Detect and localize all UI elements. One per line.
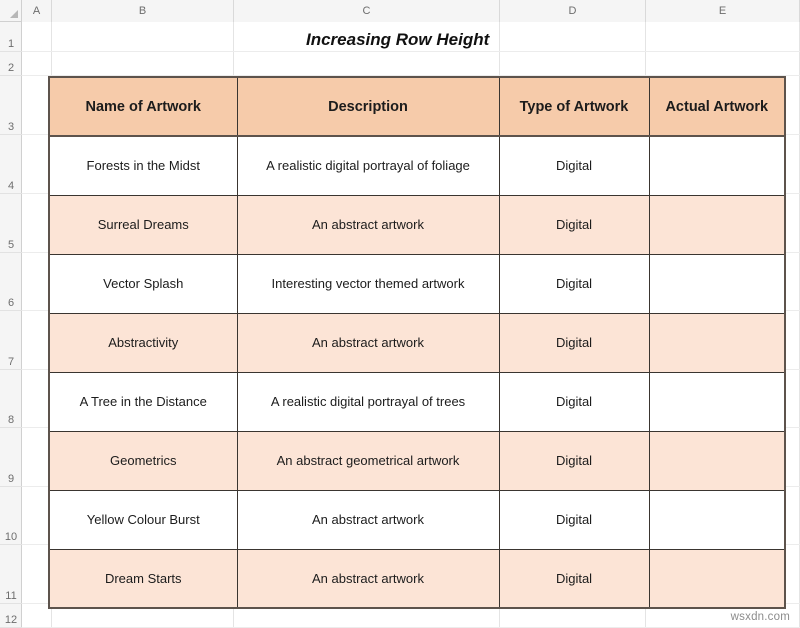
row-header-10[interactable]: 10 (0, 487, 22, 545)
table-row: Geometrics An abstract geometrical artwor… (48, 430, 786, 491)
row-header-4[interactable]: 4 (0, 135, 22, 194)
cell-type-of-artwork[interactable]: Digital (498, 135, 650, 196)
row-header-label: 9 (7, 473, 15, 485)
row-header-1[interactable]: 1 (0, 22, 22, 52)
column-header-strip: ABCDE (0, 0, 800, 22)
page-title: Increasing Row Height (306, 30, 490, 49)
row-header-9[interactable]: 9 (0, 428, 22, 487)
row-header-label: 5 (7, 239, 15, 251)
column-header-a[interactable]: A (22, 0, 52, 22)
column-header-c[interactable]: C (234, 0, 500, 22)
row-header-label: 4 (7, 180, 15, 192)
row-header-12[interactable]: 12 (0, 604, 22, 628)
cell-name-of-artwork[interactable]: A Tree in the Distance (48, 371, 238, 432)
row-header-8[interactable]: 8 (0, 370, 22, 428)
row-header-label: 11 (5, 590, 17, 602)
cell-actual-artwork[interactable] (648, 489, 786, 550)
gridline-horizontal (22, 51, 800, 52)
cell-name-of-artwork[interactable]: Forests in the Midst (48, 135, 238, 196)
cell-name-of-artwork[interactable]: Vector Splash (48, 253, 238, 314)
cell-name-of-artwork[interactable]: Yellow Colour Burst (48, 489, 238, 550)
cell-description[interactable]: An abstract artwork (236, 548, 500, 609)
table-body: Forests in the Midst A realistic digital … (48, 135, 786, 609)
cell-actual-artwork[interactable] (648, 312, 786, 373)
cell-name-of-artwork[interactable]: Abstractivity (48, 312, 238, 373)
row-header-label: 8 (7, 414, 15, 426)
column-header-actual-artwork: Actual Artwork (648, 76, 786, 137)
column-header-e[interactable]: E (646, 0, 800, 22)
row-header-2[interactable]: 2 (0, 52, 22, 76)
row-header-label: 10 (4, 531, 18, 543)
row-header-11[interactable]: 11 (0, 545, 22, 604)
cell-type-of-artwork[interactable]: Digital (498, 489, 650, 550)
watermark: wsxdn.com (730, 611, 790, 623)
table-row: Vector Splash Interesting vector themed a… (48, 253, 786, 314)
table-row: Surreal Dreams An abstract artwork Digital (48, 194, 786, 255)
cell-name-of-artwork[interactable]: Surreal Dreams (48, 194, 238, 255)
cell-type-of-artwork[interactable]: Digital (498, 371, 650, 432)
cell-description[interactable]: A realistic digital portrayal of foliage (236, 135, 500, 196)
cell-actual-artwork[interactable] (648, 135, 786, 196)
artwork-table: Name of Artwork Description Type of Artw… (48, 76, 786, 609)
row-header-strip: 1 2 3 4 5 6 7 8 9 10 11 12 (0, 22, 22, 628)
cell-name-of-artwork[interactable]: Dream Starts (48, 548, 238, 609)
row-header-label: 12 (4, 614, 18, 626)
cell-type-of-artwork[interactable]: Digital (498, 548, 650, 609)
cell-actual-artwork[interactable] (648, 371, 786, 432)
column-header-name-of-artwork: Name of Artwork (48, 76, 238, 137)
cell-type-of-artwork[interactable]: Digital (498, 312, 650, 373)
select-all-corner[interactable] (0, 0, 22, 22)
column-header-d[interactable]: D (500, 0, 646, 22)
cell-description[interactable]: An abstract artwork (236, 489, 500, 550)
column-header-b[interactable]: B (52, 0, 234, 22)
cell-type-of-artwork[interactable]: Digital (498, 430, 650, 491)
row-header-label: 6 (7, 297, 15, 309)
cell-actual-artwork[interactable] (648, 253, 786, 314)
column-header-type-of-artwork: Type of Artwork (498, 76, 650, 137)
cell-actual-artwork[interactable] (648, 194, 786, 255)
row-header-label: 1 (7, 38, 15, 50)
row-header-label: 7 (7, 356, 15, 368)
table-row: Abstractivity An abstract artwork Digital (48, 312, 786, 373)
cell-description[interactable]: Interesting vector themed artwork (236, 253, 500, 314)
row-header-label: 2 (7, 62, 15, 74)
row-header-7[interactable]: 7 (0, 311, 22, 370)
row-header-3[interactable]: 3 (0, 76, 22, 135)
table-row: A Tree in the Distance A realistic digita… (48, 371, 786, 432)
spreadsheet-canvas: ABCDE 1 2 3 4 5 6 7 8 9 10 11 12 Increasing Row Hei… (0, 0, 800, 628)
cell-type-of-artwork[interactable]: Digital (498, 253, 650, 314)
cell-description[interactable]: An abstract artwork (236, 194, 500, 255)
column-header-description: Description (236, 76, 500, 137)
row-header-5[interactable]: 5 (0, 194, 22, 253)
row-header-label: 3 (7, 121, 15, 133)
cell-description[interactable]: A realistic digital portrayal of trees (236, 371, 500, 432)
select-all-triangle-icon (10, 10, 18, 18)
cell-actual-artwork[interactable] (648, 430, 786, 491)
table-row: Forests in the Midst A realistic digital … (48, 135, 786, 196)
cell-actual-artwork[interactable] (648, 548, 786, 609)
cell-type-of-artwork[interactable]: Digital (498, 194, 650, 255)
table-row: Yellow Colour Burst An abstract artwork Di… (48, 489, 786, 550)
table-header: Name of Artwork Description Type of Artw… (48, 76, 786, 137)
cell-name-of-artwork[interactable]: Geometrics (48, 430, 238, 491)
table-row: Dream Starts An abstract artwork Digital (48, 548, 786, 609)
cell-description[interactable]: An abstract artwork (236, 312, 500, 373)
cell-description[interactable]: An abstract geometrical artwork (236, 430, 500, 491)
row-header-6[interactable]: 6 (0, 253, 22, 311)
table-header-row: Name of Artwork Description Type of Artw… (48, 76, 786, 137)
